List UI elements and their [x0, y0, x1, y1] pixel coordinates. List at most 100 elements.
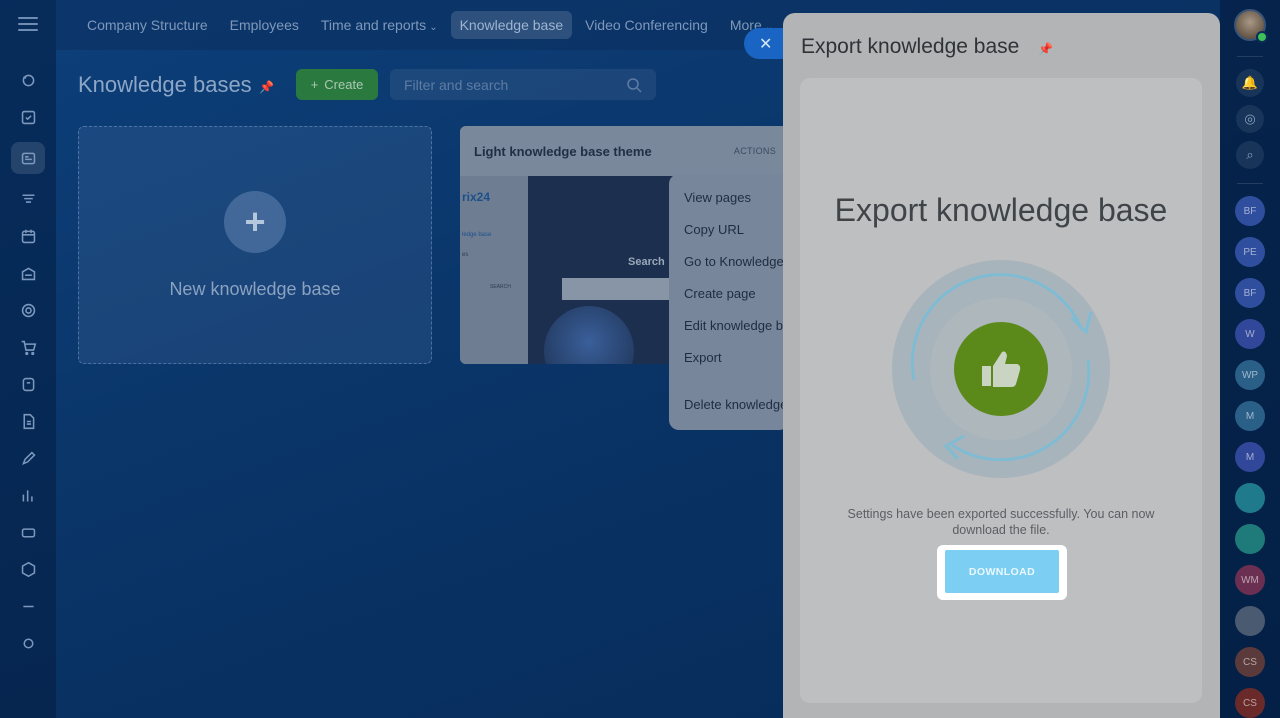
nav-label: Video Conferencing	[585, 17, 708, 33]
nav-company-structure[interactable]: Company Structure	[78, 11, 217, 39]
close-icon: ✕	[759, 35, 773, 53]
export-heading: Export knowledge base	[834, 192, 1168, 228]
right-sidebar: 🔔 ◎ ⌕ BF PE BF W WP M M WM CS CS	[1220, 0, 1280, 718]
plus-icon: +	[310, 77, 319, 92]
hamburger-menu-icon[interactable]	[18, 14, 38, 34]
menu-item-delete-knowledge-base[interactable]: Delete knowledge	[669, 391, 789, 423]
export-success-graphic	[892, 260, 1110, 478]
chat-avatar[interactable]: WM	[1235, 565, 1265, 595]
nav-employees[interactable]: Employees	[221, 11, 308, 39]
menu-item-export[interactable]: Export	[669, 344, 789, 376]
bell-icon[interactable]: 🔔	[1236, 69, 1264, 97]
left-sidebar	[0, 0, 56, 718]
chat-avatar-initials: W	[1245, 328, 1255, 340]
drive-icon[interactable]	[11, 520, 45, 544]
thumbs-up-icon	[954, 322, 1048, 416]
inner-ring	[930, 298, 1072, 440]
thumb-search-button: SEARCH	[490, 284, 511, 290]
create-label: Create	[324, 77, 364, 92]
chat-avatar[interactable]: CS	[1235, 647, 1265, 677]
document-icon[interactable]	[11, 409, 45, 433]
nav-knowledge-base[interactable]: Knowledge base	[450, 11, 573, 39]
search-placeholder: Filter and search	[404, 76, 509, 93]
card-header: Light knowledge base theme ACTIONS	[460, 126, 790, 176]
user-avatar[interactable]	[1234, 9, 1268, 43]
context-menu: View pages Copy URL Go to Knowledge Crea…	[669, 174, 789, 430]
export-slider-panel: Export knowledge base 📌 Export knowledge…	[783, 13, 1220, 718]
thumb-orb-image	[544, 306, 634, 364]
nav-label: Knowledge base	[459, 17, 564, 33]
analytics-icon[interactable]	[11, 483, 45, 507]
cart-icon[interactable]	[11, 335, 45, 359]
new-knowledge-base-card[interactable]: + New knowledge base	[78, 126, 432, 364]
nav-label: Employees	[229, 17, 299, 33]
thumb-logo: rix24	[462, 190, 491, 204]
thumb-line: es	[462, 252, 469, 258]
create-button[interactable]: + Create	[296, 69, 378, 100]
nav-label: Time and reports	[320, 17, 427, 33]
menu-separator	[669, 376, 789, 391]
inventory-icon[interactable]	[11, 261, 45, 285]
menu-item-edit-knowledge-base[interactable]: Edit knowledge b	[669, 312, 789, 344]
chat-avatar[interactable]: BF	[1235, 196, 1265, 226]
slider-title: Export knowledge base	[801, 35, 1020, 58]
chat-avatar[interactable]: CS	[1235, 688, 1265, 718]
new-knowledge-base-label: New knowledge base	[169, 278, 341, 299]
actions-button[interactable]: ACTIONS	[734, 146, 776, 156]
menu-item-view-pages[interactable]: View pages	[669, 184, 789, 216]
copilot-icon[interactable]: ◎	[1236, 105, 1264, 133]
chat-avatar[interactable]: M	[1235, 401, 1265, 431]
thumb-hero-text: Search	[628, 256, 665, 268]
nav-video-conferencing[interactable]: Video Conferencing	[576, 11, 717, 39]
search-input[interactable]: Filter and search	[390, 69, 656, 100]
chat-avatar-initials: WP	[1241, 369, 1259, 381]
chat-avatar-initials: WM	[1241, 574, 1259, 586]
chat-avatar[interactable]	[1235, 606, 1265, 636]
chat-avatar-initials: PE	[1243, 246, 1257, 258]
menu-item-copy-url[interactable]: Copy URL	[669, 216, 789, 248]
pin-icon[interactable]: 📌	[259, 80, 274, 94]
card-title: Light knowledge base theme	[474, 143, 652, 159]
cube-icon[interactable]	[11, 557, 45, 581]
calendar-icon[interactable]	[11, 224, 45, 248]
pin-icon[interactable]: 📌	[1038, 42, 1053, 56]
recent-chats-list: BF PE BF W WP M M WM CS CS	[1235, 196, 1265, 718]
divider	[1237, 183, 1263, 184]
chat-avatar[interactable]	[1235, 524, 1265, 554]
thumb-link: ledge base	[462, 232, 492, 238]
chat-avatar[interactable]: PE	[1235, 237, 1265, 267]
nav-time-and-reports[interactable]: Time and reports ⌄	[312, 11, 447, 39]
menu-item-create-page[interactable]: Create page	[669, 280, 789, 312]
download-button[interactable]: DOWNLOAD	[945, 550, 1059, 593]
online-status-icon	[1256, 31, 1268, 43]
edit-icon[interactable]	[11, 446, 45, 470]
target-icon[interactable]	[11, 298, 45, 322]
chat-avatar-initials: CS	[1243, 697, 1257, 709]
divider	[1237, 56, 1263, 57]
chat-avatar[interactable]: M	[1235, 442, 1265, 472]
chat-avatar-initials: M	[1245, 410, 1255, 422]
chevron-down-icon: ⌄	[429, 22, 438, 33]
chat-avatar[interactable]: W	[1235, 319, 1265, 349]
export-message: Settings have been exported successfully…	[847, 507, 1155, 537]
chat-search-icon[interactable]: ⌕	[1236, 141, 1264, 169]
chat-avatar[interactable]	[1235, 483, 1265, 513]
settings-icon[interactable]	[11, 631, 45, 655]
sync-icon[interactable]	[11, 68, 45, 92]
chat-avatar-initials: M	[1245, 451, 1255, 463]
download-highlight: DOWNLOAD	[937, 545, 1067, 600]
add-icon: +	[224, 190, 286, 253]
nav-label: Company Structure	[87, 17, 208, 33]
menu-item-go-to-knowledge-base[interactable]: Go to Knowledge	[669, 248, 789, 280]
chat-avatar-initials: CS	[1243, 656, 1257, 668]
chat-avatar[interactable]: WP	[1235, 360, 1265, 390]
search-icon	[627, 77, 642, 93]
chat-avatar[interactable]: BF	[1235, 278, 1265, 308]
contact-center-icon[interactable]	[11, 372, 45, 396]
more-apps-icon[interactable]	[11, 594, 45, 618]
chat-avatar-initials: BF	[1243, 287, 1257, 299]
tasks-icon[interactable]	[11, 105, 45, 129]
knowledge-base-icon[interactable]	[11, 142, 45, 174]
filter-icon[interactable]	[11, 187, 45, 211]
page-title: Knowledge bases	[78, 72, 252, 97]
